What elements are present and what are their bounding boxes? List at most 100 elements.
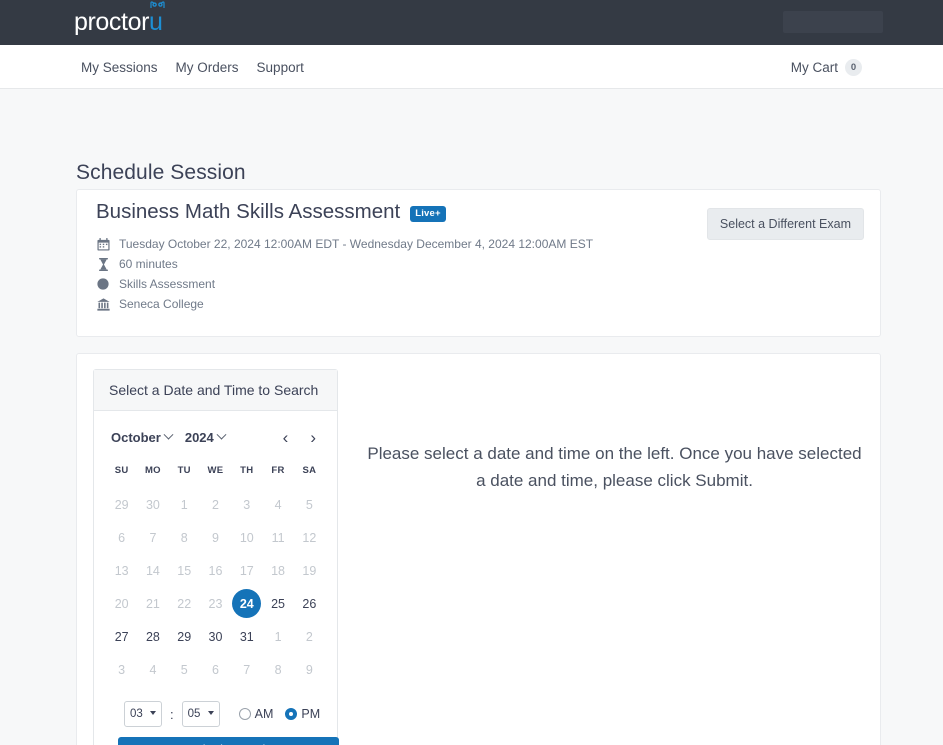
calendar-day: 1 bbox=[262, 620, 293, 653]
calendar-day: 14 bbox=[137, 554, 168, 587]
calendar-day: 1 bbox=[169, 488, 200, 521]
calendar-day-number: 16 bbox=[208, 563, 223, 578]
calendar-day-number: 18 bbox=[271, 563, 286, 578]
proctoru-logo[interactable]: proctor u bbox=[74, 1, 165, 36]
calendar-day: 19 bbox=[294, 554, 325, 587]
calendar-day[interactable]: 31 bbox=[231, 620, 262, 653]
calendar-day-number: 21 bbox=[145, 596, 160, 611]
calendar-day: 5 bbox=[169, 653, 200, 686]
calendar-day-number: 11 bbox=[271, 530, 285, 545]
calendar-day-number: 25 bbox=[271, 596, 286, 611]
calendar-day: 29 bbox=[106, 488, 137, 521]
exam-meta-type: Skills Assessment bbox=[96, 277, 593, 291]
time-separator: : bbox=[170, 706, 174, 722]
submit-search-button[interactable]: Submit Search bbox=[118, 737, 339, 745]
circle-icon bbox=[96, 277, 110, 291]
calendar-day-number: 4 bbox=[274, 497, 282, 512]
calendar-day-number: 8 bbox=[274, 662, 282, 677]
calendar-day[interactable]: 30 bbox=[200, 620, 231, 653]
calendar-day-number: 2 bbox=[305, 629, 313, 644]
calendar-day: 9 bbox=[200, 521, 231, 554]
calendar-day-number: 10 bbox=[239, 530, 254, 545]
calendar-dow-th: TH bbox=[240, 465, 254, 476]
calendar-day: 3 bbox=[106, 653, 137, 686]
calendar-day-number: 6 bbox=[118, 530, 126, 545]
calendar-day-number: 3 bbox=[243, 497, 251, 512]
select-different-exam-button[interactable]: Select a Different Exam bbox=[706, 208, 864, 240]
calendar-day-number: 7 bbox=[243, 662, 251, 677]
owl-icon bbox=[150, 1, 165, 8]
minute-select[interactable]: 05 bbox=[181, 701, 220, 727]
logo-accent-letter: u bbox=[149, 8, 163, 36]
nav-item-my-sessions[interactable]: My Sessions bbox=[81, 60, 158, 75]
calendar-day: 10 bbox=[231, 521, 262, 554]
calendar-day-number: 3 bbox=[118, 662, 126, 677]
hourglass-icon bbox=[96, 257, 110, 271]
calendar-day[interactable]: 26 bbox=[294, 587, 325, 620]
exam-institution-text: Seneca College bbox=[119, 297, 204, 311]
calendar-day-number: 28 bbox=[145, 629, 160, 644]
calendar-day-number: 31 bbox=[239, 629, 254, 644]
calendar-day-number: 30 bbox=[145, 497, 160, 512]
am-radio[interactable] bbox=[238, 708, 251, 720]
calendar-day[interactable]: 25 bbox=[262, 587, 293, 620]
calendar-day: 4 bbox=[137, 653, 168, 686]
calendar-day[interactable]: 27 bbox=[106, 620, 137, 653]
year-dropdown[interactable]: 2024 bbox=[184, 429, 227, 445]
calendar-day-number: 8 bbox=[180, 530, 188, 545]
year-label: 2024 bbox=[184, 429, 214, 445]
calendar-day-number: 6 bbox=[212, 662, 219, 677]
logo-owl-u: u bbox=[149, 1, 165, 36]
month-label: October bbox=[111, 429, 161, 445]
calendar-day-number: 27 bbox=[114, 629, 129, 644]
hour-select[interactable]: 03 bbox=[124, 701, 162, 727]
am-label: AM bbox=[254, 707, 274, 721]
calendar-dow-fr: FR bbox=[271, 465, 285, 476]
exam-title-row: Business Math Skills Assessment Live+ bbox=[96, 200, 446, 224]
calendar-day-number: 29 bbox=[114, 497, 129, 512]
calendar-day: 18 bbox=[262, 554, 293, 587]
calendar-day: 6 bbox=[106, 521, 137, 554]
calendar-day[interactable]: 29 bbox=[169, 620, 200, 653]
calendar-day: 12 bbox=[294, 521, 325, 554]
calendar-day-number: 13 bbox=[114, 563, 129, 578]
calendar-day: 3 bbox=[231, 488, 262, 521]
exam-meta-window: Tuesday October 22, 2024 12:00AM EDT - W… bbox=[96, 237, 593, 251]
calendar-day: 5 bbox=[294, 488, 325, 521]
calendar-day-selected[interactable]: 24 bbox=[231, 587, 262, 620]
calendar-day-number: 20 bbox=[114, 596, 129, 611]
main-nav: My Sessions My Orders Support My Cart 0 bbox=[0, 45, 943, 89]
calendar-dow-tu: TU bbox=[177, 465, 191, 476]
calendar-day-number: 12 bbox=[302, 530, 317, 545]
hour-select-wrapper: 03 bbox=[124, 701, 162, 727]
calendar-day-number: 17 bbox=[239, 563, 254, 578]
calendar-day-number: 9 bbox=[212, 530, 219, 545]
calendar-day: 7 bbox=[231, 653, 262, 686]
app-header: proctor u bbox=[0, 0, 943, 45]
calendar-grid: SU MO TU WE TH FR SA 29 30 1 2 3 4 5 6 7 8 9 10 11 12 13 14 15 1… bbox=[106, 465, 325, 686]
exam-meta-list: Tuesday October 22, 2024 12:00AM EDT - W… bbox=[96, 237, 593, 311]
calendar-body: October 2024 ‹ › SU MO TU WE TH FR SA 29 30 1 2 3 4 5… bbox=[94, 411, 339, 745]
exam-meta-duration: 60 minutes bbox=[96, 257, 593, 271]
calendar-day-number: 5 bbox=[180, 662, 188, 677]
calendar-day-number: 26 bbox=[302, 596, 317, 611]
calendar-day: 2 bbox=[200, 488, 231, 521]
calendar-day: 6 bbox=[200, 653, 231, 686]
calendar-day[interactable]: 28 bbox=[137, 620, 168, 653]
month-dropdown[interactable]: October bbox=[111, 429, 174, 445]
chevron-down-icon bbox=[216, 429, 227, 440]
calendar-day: 20 bbox=[106, 587, 137, 620]
calendar-dow-su: SU bbox=[114, 465, 129, 476]
prev-month-button[interactable]: ‹ bbox=[283, 429, 289, 446]
cart-link[interactable]: My Cart 0 bbox=[791, 45, 862, 89]
next-month-button[interactable]: › bbox=[310, 429, 316, 446]
live-plus-badge: Live+ bbox=[410, 206, 446, 222]
logo-text: proctor bbox=[74, 8, 150, 36]
calendar-day-number: 4 bbox=[149, 662, 157, 677]
calendar-day: 15 bbox=[169, 554, 200, 587]
nav-item-support[interactable]: Support bbox=[257, 60, 304, 75]
calendar-day: 22 bbox=[169, 587, 200, 620]
exam-window-text: Tuesday October 22, 2024 12:00AM EDT - W… bbox=[119, 237, 594, 251]
pm-radio[interactable] bbox=[285, 708, 298, 720]
nav-item-my-orders[interactable]: My Orders bbox=[176, 60, 239, 75]
